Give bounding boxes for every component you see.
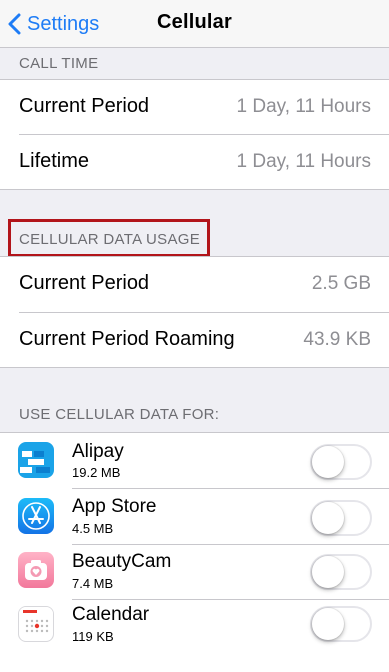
row-label: Current Period bbox=[19, 272, 150, 294]
highlight-annotation bbox=[8, 219, 210, 257]
section-header-use-cellular-data: USE CELLULAR DATA FOR: bbox=[19, 406, 220, 423]
row-value: 2.5 GB bbox=[311, 273, 371, 294]
calendar-toggle[interactable] bbox=[310, 606, 372, 642]
row-value: 43.9 KB bbox=[303, 329, 371, 350]
calendar-icon bbox=[18, 606, 54, 642]
list-item-alipay: Alipay 19.2 MB bbox=[0, 433, 389, 488]
app-store-glyph bbox=[22, 502, 50, 530]
row-label: Current Period bbox=[19, 95, 150, 117]
row-label: Lifetime bbox=[19, 150, 90, 172]
navigation-bar: Settings Cellular bbox=[0, 0, 389, 48]
camera-glyph bbox=[25, 560, 47, 580]
app-name: Alipay bbox=[72, 441, 124, 462]
data-current-period-roaming-row: Current Period Roaming 43.9 KB bbox=[0, 313, 389, 367]
toggle-knob bbox=[312, 502, 344, 534]
alipay-icon bbox=[18, 442, 54, 478]
row-label: Current Period Roaming bbox=[19, 328, 235, 350]
app-name: Calendar bbox=[72, 604, 150, 625]
section-header-call-time: CALL TIME bbox=[19, 55, 99, 72]
app-size: 7.4 MB bbox=[72, 576, 114, 591]
app-name: App Store bbox=[72, 496, 157, 517]
call-time-group: Current Period 1 Day, 11 Hours Lifetime … bbox=[0, 79, 389, 190]
call-time-lifetime-row: Lifetime 1 Day, 11 Hours bbox=[0, 135, 389, 189]
app-list-group: Alipay 19.2 MB App Store 4.5 MB BeautyCa… bbox=[0, 432, 389, 672]
cellular-data-usage-group: Current Period 2.5 GB Current Period Roa… bbox=[0, 256, 389, 368]
app-store-toggle[interactable] bbox=[310, 500, 372, 536]
row-value: 1 Day, 11 Hours bbox=[236, 96, 371, 117]
beautycam-toggle[interactable] bbox=[310, 554, 372, 590]
list-item-app-store: App Store 4.5 MB bbox=[0, 489, 389, 544]
toggle-knob bbox=[312, 446, 344, 478]
app-size: 4.5 MB bbox=[72, 521, 114, 536]
app-name: BeautyCam bbox=[72, 551, 172, 572]
page-title: Cellular bbox=[157, 11, 232, 33]
app-size: 119 KB bbox=[72, 629, 114, 644]
beautycam-icon bbox=[18, 552, 54, 588]
call-time-current-period-row: Current Period 1 Day, 11 Hours bbox=[0, 80, 389, 134]
toggle-knob bbox=[312, 608, 344, 640]
app-store-icon bbox=[18, 498, 54, 534]
list-item-calendar: Calendar 119 KB bbox=[0, 600, 389, 655]
row-value: 1 Day, 11 Hours bbox=[236, 151, 371, 172]
alipay-toggle[interactable] bbox=[310, 444, 372, 480]
toggle-knob bbox=[312, 556, 344, 588]
calendar-grid-glyph bbox=[25, 619, 49, 633]
app-size: 19.2 MB bbox=[72, 465, 121, 480]
list-item-beautycam: BeautyCam 7.4 MB bbox=[0, 545, 389, 600]
data-current-period-row: Current Period 2.5 GB bbox=[0, 257, 389, 311]
